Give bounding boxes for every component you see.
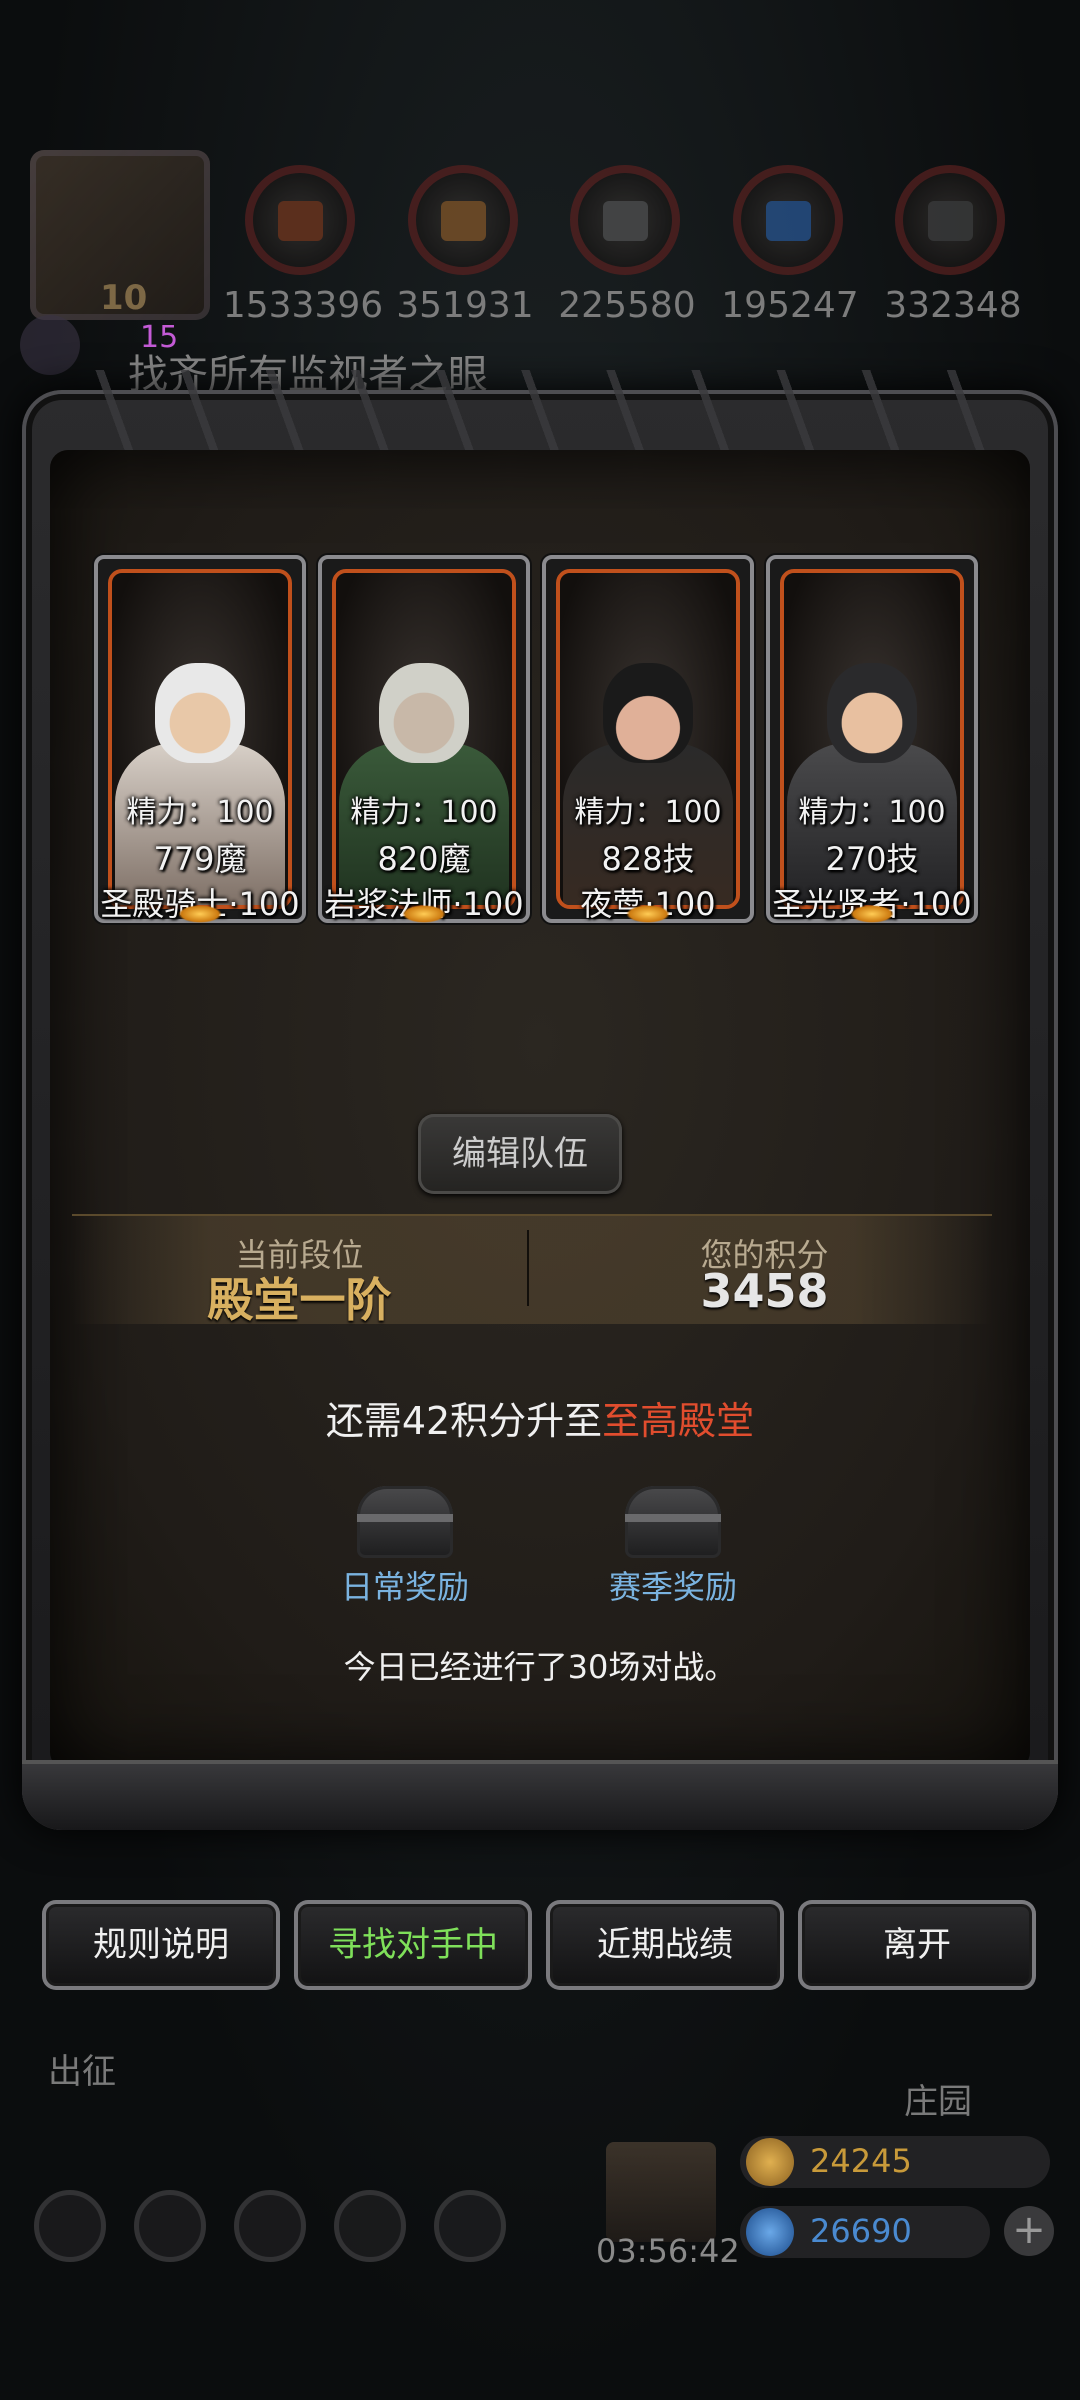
rank-panel: 当前段位 殿堂一阶 您的积分 3458 <box>72 1214 992 1327</box>
daily-reward-label: 日常奖励 <box>340 1568 469 1606</box>
deploy-label[interactable]: 出征 <box>48 2044 116 2093</box>
hero-power: 779魔 <box>153 840 247 878</box>
leave-button[interactable]: 离开 <box>798 1900 1036 1990</box>
hero-energy: 精力：100 <box>126 795 274 830</box>
add-gem-button[interactable]: + <box>1004 2206 1054 2256</box>
crystal-icon <box>733 165 843 275</box>
hero-card[interactable]: 精力：100 270技 圣光贤者·100 <box>766 555 978 923</box>
shop-icon[interactable] <box>434 2190 506 2262</box>
season-reward[interactable]: 赛季奖励 <box>573 1486 773 1606</box>
season-reward-label: 赛季奖励 <box>608 1568 737 1606</box>
moon-icon <box>850 905 894 923</box>
meat-icon <box>245 165 355 275</box>
gem-currency: 26690 <box>740 2206 990 2258</box>
search-opponent-button[interactable]: 寻找对手中 <box>294 1900 532 1990</box>
gem-icon <box>746 2208 794 2256</box>
moon-icon <box>626 905 670 923</box>
hero-team: 精力：100 779魔 圣殿骑士·100 精力：100 820魔 岩浆法师·10… <box>94 555 1014 923</box>
star-icon[interactable] <box>134 2190 206 2262</box>
quest-icon <box>20 315 80 375</box>
promotion-target: 至高殿堂 <box>602 1399 755 1443</box>
score-value: 3458 <box>700 1264 829 1318</box>
rank-divider <box>527 1230 529 1306</box>
gift-icon[interactable] <box>606 2142 716 2242</box>
iron-icon <box>570 165 680 275</box>
frame-spikes-decoration <box>82 370 998 450</box>
moon-icon <box>178 905 222 923</box>
gem-value: 26690 <box>810 2212 912 2250</box>
stone-value: 332348 <box>884 285 1022 326</box>
hero-power: 828技 <box>601 840 695 878</box>
gift-timer: 03:56:42 <box>596 2232 740 2270</box>
hero-power: 820魔 <box>377 840 471 878</box>
hero-card[interactable]: 精力：100 779魔 圣殿骑士·100 <box>94 555 306 923</box>
frame-bottom-decoration <box>22 1760 1058 1830</box>
hero-energy: 精力：100 <box>350 795 498 830</box>
gold-coin-icon <box>746 2138 794 2186</box>
hero-card[interactable]: 精力：100 828技 夜莺·100 <box>542 555 754 923</box>
treasure-chest-icon[interactable]: 10 <box>30 150 210 320</box>
crystal-value: 195247 <box>721 285 859 326</box>
moon-icon <box>402 905 446 923</box>
arena-modal: 精力：100 779魔 圣殿骑士·100 精力：100 820魔 岩浆法师·10… <box>22 370 1058 1830</box>
edit-team-button[interactable]: 编辑队伍 <box>418 1114 622 1194</box>
gold-currency: 24245 <box>740 2136 1050 2188</box>
promotion-text: 还需42积分升至至高殿堂 <box>0 1390 1080 1445</box>
book-icon[interactable] <box>234 2190 306 2262</box>
season-chest-icon <box>625 1486 721 1558</box>
settings-icon[interactable] <box>34 2190 106 2262</box>
hero-energy: 精力：100 <box>574 795 722 830</box>
wood-icon <box>408 165 518 275</box>
current-rank-value: 殿堂一阶 <box>207 1273 392 1327</box>
daily-chest-icon <box>357 1486 453 1558</box>
recent-records-button[interactable]: 近期战绩 <box>546 1900 784 1990</box>
gold-value: 24245 <box>810 2142 912 2180</box>
hero-card[interactable]: 精力：100 820魔 岩浆法师·100 <box>318 555 530 923</box>
daily-reward[interactable]: 日常奖励 <box>305 1486 505 1606</box>
promotion-prefix: 还需42积分升至 <box>325 1399 603 1443</box>
stone-icon <box>895 165 1005 275</box>
battle-count-text: 今日已经进行了30场对战。 <box>343 1648 737 1686</box>
hero-energy: 精力：100 <box>798 795 946 830</box>
manor-label[interactable]: 庄园 <box>904 2074 972 2123</box>
rules-button[interactable]: 规则说明 <box>42 1900 280 1990</box>
hero-power: 270技 <box>825 840 919 878</box>
mail-icon[interactable] <box>334 2190 406 2262</box>
